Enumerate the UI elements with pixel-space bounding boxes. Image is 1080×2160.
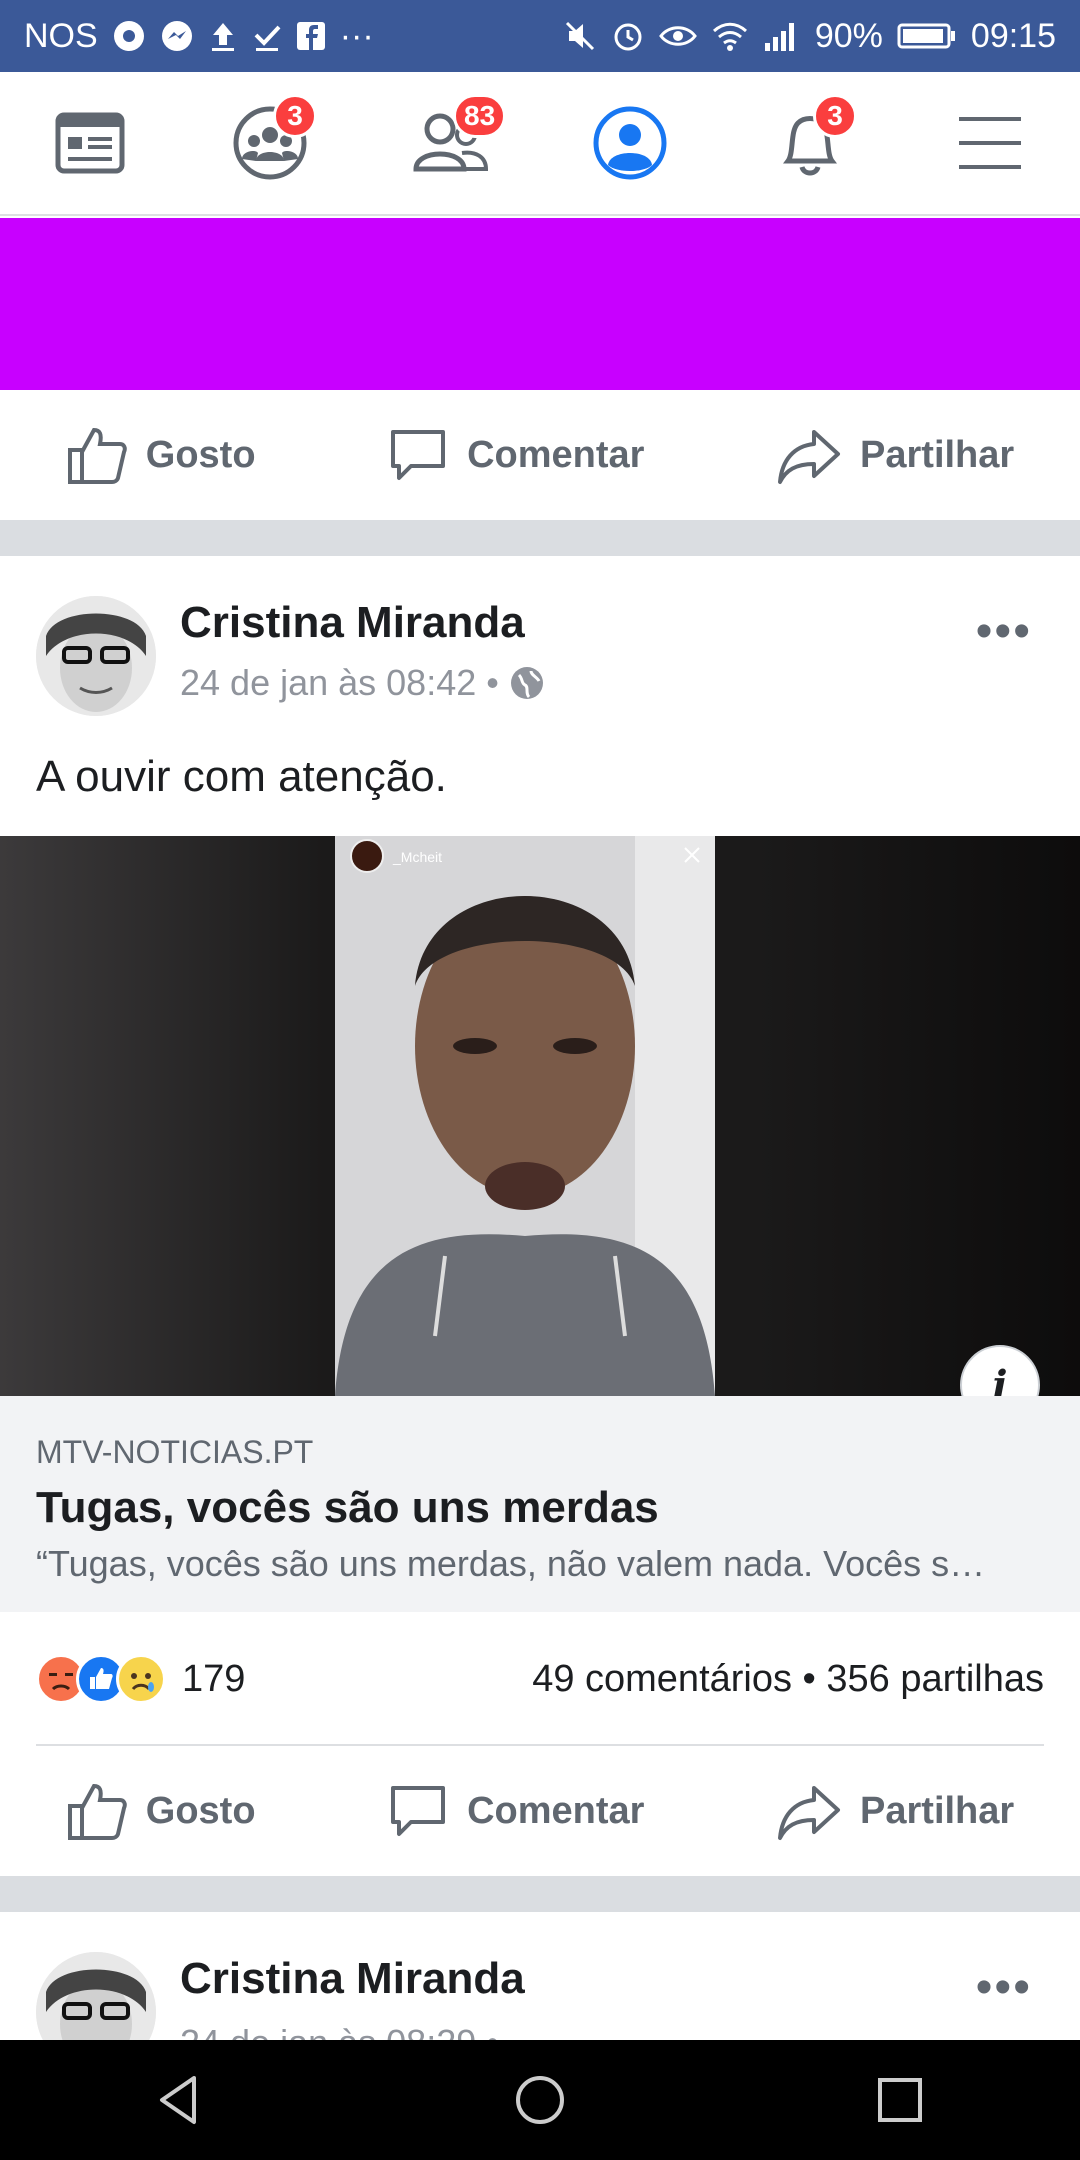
upload-icon (211, 23, 234, 51)
sad-reaction-icon (116, 1654, 166, 1704)
next-post-header: Cristina Miranda 24 de jan às 08:29 • ••… (0, 1944, 1080, 2040)
alarm-icon (614, 23, 642, 51)
friend-requests-badge: 83 (453, 94, 507, 138)
home-icon[interactable] (510, 2070, 570, 2130)
like-button[interactable]: Gosto (66, 1780, 256, 1842)
messenger-icon (161, 21, 192, 51)
previous-post-actions: Gosto Comentar Partilhar (0, 390, 1080, 520)
like-label: Gosto (145, 433, 256, 476)
status-bar: NOS ··· 90% 09:15 (0, 0, 1080, 72)
meta-separator: • (486, 662, 499, 703)
nav-profile[interactable] (575, 88, 685, 198)
comment-label: Comentar (467, 1789, 645, 1832)
post-text: A ouvir com atenção. (36, 752, 447, 801)
status-right: 90% 09:15 (563, 17, 1056, 56)
nav-notifications[interactable]: 3 (755, 88, 865, 198)
share-button[interactable]: Partilhar (776, 424, 1014, 486)
profile-icon (593, 106, 667, 180)
share-button[interactable]: Partilhar (776, 1780, 1014, 1842)
share-label: Partilhar (860, 1789, 1015, 1832)
feed-separator (0, 520, 1080, 556)
colored-post-banner[interactable] (0, 218, 1080, 390)
share-label: Partilhar (860, 433, 1015, 476)
next-post-meta: 24 de jan às 08:29 • (180, 2022, 499, 2040)
avatar-image (36, 1952, 156, 2040)
next-author-avatar[interactable] (36, 1952, 156, 2040)
reaction-summary[interactable]: 179 (36, 1654, 245, 1704)
thumbs-up-icon (67, 427, 127, 484)
share-icon (778, 430, 841, 484)
clock: 09:15 (970, 16, 1056, 55)
like-label: Gosto (145, 1789, 256, 1832)
top-navigation: 3 83 3 (0, 72, 1080, 216)
hamburger-menu-icon (959, 117, 1021, 169)
battery-icon (897, 23, 955, 49)
facebook-icon (296, 22, 325, 50)
reactions-row: 179 49 comentários • 356 partilhas (0, 1612, 1080, 1746)
news-feed-icon (55, 112, 125, 174)
comment-button[interactable]: Comentar (387, 1780, 644, 1842)
reaction-count: 179 (182, 1657, 246, 1700)
download-done-icon (254, 25, 281, 51)
eye-icon (658, 26, 697, 46)
comment-icon (391, 1786, 446, 1836)
globe-icon (510, 667, 543, 699)
video-player[interactable]: _Mcheit (0, 836, 1080, 1396)
link-description: “Tugas, vocês são uns merdas, não valem … (36, 1543, 986, 1584)
nav-news-feed[interactable] (35, 88, 145, 198)
link-source: MTV-NOTICIAS.PT (36, 1434, 314, 1470)
link-preview[interactable]: MTV-NOTICIAS.PT Tugas, vocês são uns mer… (0, 1396, 1080, 1612)
post-actions: Gosto Comentar Partilhar (0, 1746, 1080, 1876)
carrier-label: NOS (24, 16, 98, 55)
nav-friend-requests[interactable]: 83 (395, 88, 507, 198)
post-options-button[interactable]: ••• (976, 604, 1032, 659)
android-navigation-bar (0, 2040, 1080, 2160)
back-icon[interactable] (150, 2070, 210, 2130)
mute-icon (565, 21, 594, 51)
nav-groups[interactable]: 3 (215, 88, 325, 198)
author-avatar[interactable] (36, 596, 156, 716)
next-author-name[interactable]: Cristina Miranda (180, 1954, 525, 2004)
comment-button[interactable]: Comentar (387, 424, 644, 486)
groups-badge: 3 (273, 94, 317, 138)
video-overlay-user: _Mcheit (392, 849, 442, 865)
post-meta: 24 de jan às 08:42 • (180, 662, 545, 704)
comment-icon (391, 430, 446, 480)
signal-icon (764, 23, 794, 51)
overflow-dots: ··· (339, 16, 374, 55)
battery-percent: 90% (814, 16, 883, 55)
post-header: Cristina Miranda 24 de jan às 08:42 • ••… (0, 588, 1080, 728)
thumbs-up-icon (67, 1783, 127, 1840)
status-left: NOS ··· (24, 17, 374, 56)
next-post-timestamp[interactable]: 24 de jan às 08:29 • (180, 2022, 499, 2040)
video-frame: _Mcheit (335, 836, 715, 1396)
post-timestamp[interactable]: 24 de jan às 08:42 (180, 662, 476, 704)
nav-menu[interactable] (935, 88, 1045, 198)
notifications-badge: 3 (813, 94, 857, 138)
link-title: Tugas, vocês são uns merdas (36, 1483, 659, 1532)
avatar-image (36, 596, 156, 716)
next-post-options-button[interactable]: ••• (976, 1960, 1032, 2015)
share-icon (778, 1786, 841, 1840)
author-name[interactable]: Cristina Miranda (180, 598, 525, 648)
comments-shares-count[interactable]: 49 comentários • 356 partilhas (532, 1658, 1044, 1701)
recents-icon[interactable] (870, 2070, 930, 2130)
like-button[interactable]: Gosto (66, 424, 256, 486)
feed-separator (0, 1876, 1080, 1912)
comment-label: Comentar (467, 433, 645, 476)
chrome-icon (113, 21, 144, 51)
wifi-icon (712, 22, 747, 51)
video-thumbnail: _Mcheit (335, 836, 715, 1396)
